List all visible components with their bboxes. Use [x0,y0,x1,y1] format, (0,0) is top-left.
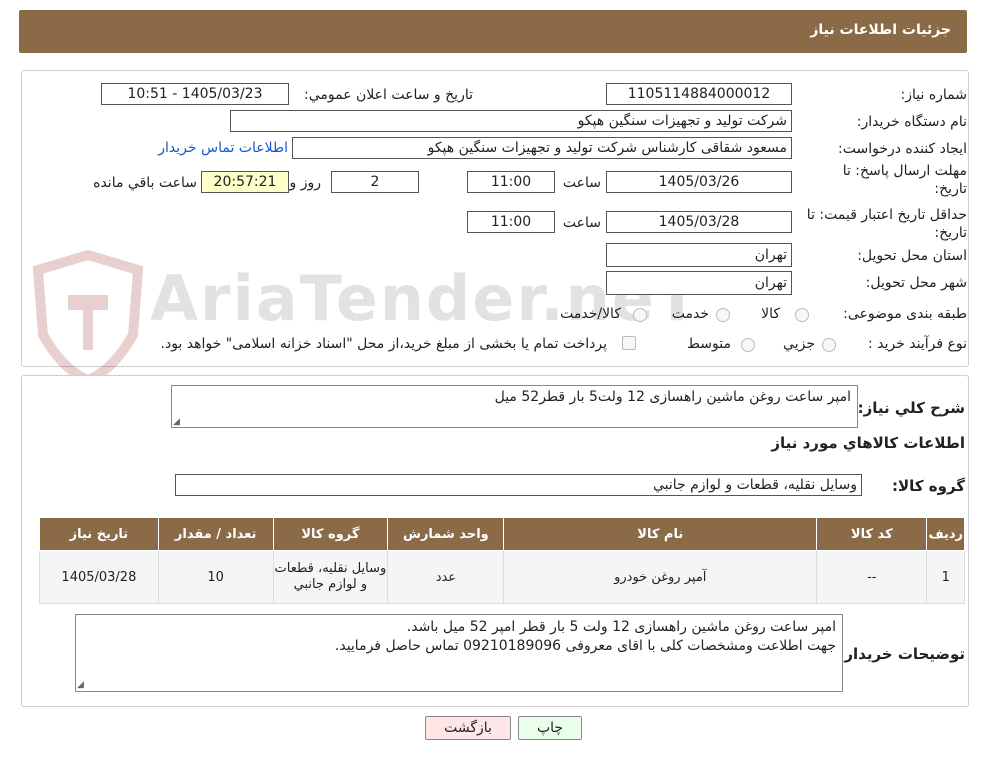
announce-date-field: 1405/03/23 - 10:51 [101,83,289,105]
cell-need-date: 1405/03/28 [39,550,159,604]
days-remaining-field: 2 [331,171,419,193]
category-option-goods: کالا [761,306,780,322]
province-label: استان محل تحويل: [857,248,967,264]
treasury-payment-checkbox[interactable] [622,336,636,350]
remaining-time-label: ساعت باقي مانده [93,175,197,191]
col-header-unit: واحد شمارش [387,517,505,551]
goods-group-label: گروه کالا: [892,477,965,495]
summary-text: امپر ساعت روغن ماشین راهسازی 12 ولت5 بار… [494,389,851,405]
need-number-label: شماره نیاز: [900,87,968,103]
province-field: تهران [606,243,792,267]
page-title: جزئیات اطلاعات نیاز [810,22,951,38]
summary-field: امپر ساعت روغن ماشین راهسازی 12 ولت5 بار… [171,385,858,428]
announce-date-label: تاریخ و ساعت اعلان عمومي: [304,87,473,103]
process-radio-medium[interactable] [741,338,755,352]
col-header-code: کد کالا [816,517,928,551]
resize-grip-icon: ◢ [77,680,84,690]
buyer-notes-line-1: امپر ساعت روغن ماشین راهسازی 12 ولت 5 با… [406,619,836,635]
validity-label-date: تاريخ: [934,225,967,241]
page-header: جزئیات اطلاعات نیاز [19,10,967,53]
buyer-notes-line-2: جهت اطلاعت ومشخصات کلی با اقای معروفی 09… [334,638,836,654]
city-label: شهر محل تحويل: [865,275,967,291]
category-radio-service[interactable] [716,308,730,322]
need-number-field: 1105114884000012 [606,83,792,105]
deadline-date-field: 1405/03/26 [606,171,792,193]
category-option-goods-service: کالا/خدمت [560,306,621,322]
cell-code: -- [816,550,928,604]
deadline-time-label: ساعت [562,175,601,191]
requester-label: ايجاد کننده درخواست: [838,141,967,157]
summary-label: شرح کلي نياز: [857,399,965,417]
remaining-time-field: 20:57:21 [201,171,289,193]
buyer-org-label: نام دستگاه خريدار: [856,114,967,130]
col-header-need-date: تاريخ نياز [39,517,159,551]
validity-date-field: 1405/03/28 [606,211,792,233]
buyer-notes-field: امپر ساعت روغن ماشین راهسازی 12 ولت 5 با… [75,614,843,692]
table-header-row: رديف کد کالا نام کالا واحد شمارش گروه کا… [39,517,965,551]
print-button[interactable]: چاپ [518,716,582,740]
buyer-notes-label: توضيحات خريدار: [838,645,965,663]
days-label: روز و [289,175,322,191]
back-button[interactable]: بازگشت [425,716,511,740]
city-field: تهران [606,271,792,295]
process-option-medium: متوسط [687,336,731,352]
deadline-label: مهلت ارسال پاسخ: تا [842,163,967,179]
col-header-quantity: تعداد / مقدار [157,517,274,551]
buyer-contact-link[interactable]: اطلاعات تماس خريدار [158,140,288,156]
category-radio-goods-service[interactable] [633,308,647,322]
cell-name: آمپر روغن خودرو [503,550,818,604]
category-label: طبقه بندی موضوعی: [843,306,967,322]
requester-field: مسعود شقاقی کارشناس شرکت تولید و تجهیزات… [292,137,792,159]
col-header-name: نام کالا [503,517,818,551]
cell-row-number: 1 [926,550,965,604]
buyer-org-field: شرکت تولید و تجهیزات سنگین هپکو [230,110,792,132]
process-option-partial: جزيي [783,336,815,352]
category-radio-goods[interactable] [795,308,809,322]
table-row: 1 -- آمپر روغن خودرو عدد وسايل نقليه، قط… [39,550,965,604]
goods-info-title: اطلاعات کالاهاي مورد نياز [771,434,965,452]
deadline-time-field: 11:00 [467,171,555,193]
col-header-group: گروه کالا [272,517,389,551]
goods-group-field: وسايل نقليه، قطعات و لوازم جانبي [175,474,862,496]
cell-quantity: 10 [157,550,274,604]
deadline-label-date: تاريخ: [934,181,967,197]
validity-time-label: ساعت [562,215,601,231]
category-option-service: خدمت [671,306,709,322]
treasury-payment-note: پرداخت تمام يا بخشی از مبلغ خريد،از محل … [160,336,607,352]
cell-group: وسايل نقليه، قطعات و لوازم جانبي [272,550,389,604]
process-radio-partial[interactable] [822,338,836,352]
validity-label: حداقل تاريخ اعتبار قيمت: تا [806,207,967,223]
goods-table: رديف کد کالا نام کالا واحد شمارش گروه کا… [39,517,965,604]
cell-unit: عدد [387,550,505,604]
resize-grip-icon: ◢ [173,417,180,427]
process-label: نوع فرآيند خريد : [868,336,967,352]
validity-time-field: 11:00 [467,211,555,233]
col-header-row-number: رديف [926,517,965,551]
